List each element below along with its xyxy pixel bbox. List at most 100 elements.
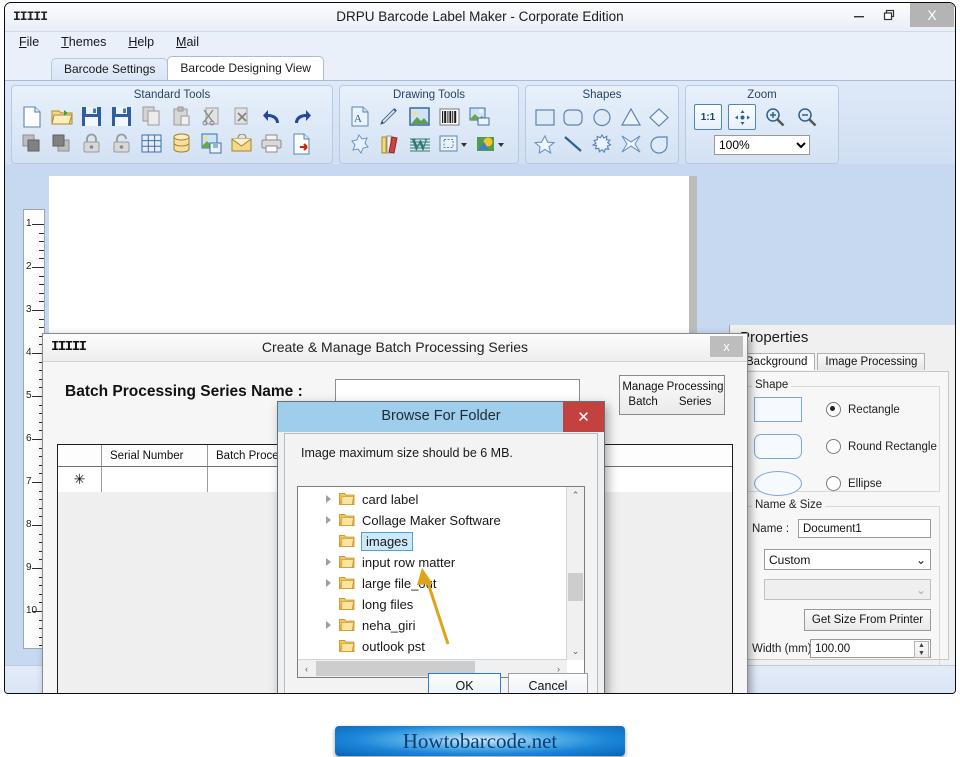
radio-rectangle[interactable]: [826, 402, 841, 417]
triangle-icon[interactable]: [618, 104, 644, 129]
get-size-from-printer-button[interactable]: Get Size From Printer: [804, 609, 931, 631]
expand-triangle-icon[interactable]: [326, 516, 331, 524]
copy-icon[interactable]: [138, 104, 165, 129]
picture-gallery-icon[interactable]: [466, 104, 493, 129]
zoom-out-icon[interactable]: [794, 105, 820, 129]
pie-icon[interactable]: [646, 131, 672, 156]
menu-item-file[interactable]: File: [19, 35, 39, 57]
tab-image-processing[interactable]: Image Processing: [817, 353, 926, 370]
star-icon[interactable]: [532, 131, 558, 156]
tab-background[interactable]: Background: [738, 353, 816, 370]
menu-help-rest: elp: [137, 35, 155, 49]
menu-item-help[interactable]: Help: [128, 35, 154, 57]
line-icon[interactable]: [561, 131, 587, 156]
menu-item-mail[interactable]: Mail: [176, 35, 199, 57]
browse-dialog-close-button[interactable]: ✕: [563, 402, 604, 432]
close-button[interactable]: X: [910, 3, 954, 27]
email-icon[interactable]: [228, 131, 255, 156]
paste-icon[interactable]: [168, 104, 195, 129]
folder-label: Collage Maker Software: [362, 513, 501, 528]
expand-triangle-icon[interactable]: [326, 621, 331, 629]
folder-tree-item[interactable]: neha_giri: [298, 615, 566, 636]
folder-tree-vertical-scrollbar[interactable]: ⌃ ⌄: [566, 487, 584, 660]
open-folder-icon[interactable]: [48, 104, 75, 129]
scroll-left-arrow-icon[interactable]: ‹: [298, 660, 315, 677]
minimize-button[interactable]: [844, 4, 874, 26]
ellipse-icon[interactable]: [589, 104, 615, 129]
properties-panel-title: Properties: [740, 329, 809, 346]
grid-col-serial-number[interactable]: Serial Number: [102, 445, 208, 466]
folder-tree-item[interactable]: input row matter: [298, 552, 566, 573]
cut-icon[interactable]: [198, 104, 225, 129]
width-input[interactable]: 100.00 ▲ ▼: [810, 639, 931, 658]
width-spinner[interactable]: ▲ ▼: [914, 641, 929, 658]
folder-tree-item[interactable]: outlook pst: [298, 636, 566, 657]
radio-row-round-rectangle[interactable]: Round Rectangle: [826, 439, 937, 454]
scroll-up-arrow-icon[interactable]: ⌃: [567, 487, 584, 504]
diamond-icon[interactable]: [646, 104, 672, 129]
zoom-in-icon[interactable]: [762, 105, 788, 129]
page-preset-select[interactable]: Custom ⌄: [764, 549, 931, 570]
new-document-icon[interactable]: [18, 104, 45, 129]
barcode-tool-icon[interactable]: [436, 104, 463, 129]
fit-to-window-icon[interactable]: [728, 104, 756, 130]
rounded-rectangle-icon[interactable]: [561, 104, 587, 129]
four-point-star-icon[interactable]: [618, 131, 644, 156]
scroll-down-arrow-icon[interactable]: ⌄: [567, 643, 584, 660]
save-as-icon[interactable]: [108, 104, 135, 129]
zoom-actual-size-button[interactable]: 1:1: [694, 104, 722, 130]
folder-tree-item[interactable]: Collage Maker Software: [298, 510, 566, 531]
expand-triangle-icon[interactable]: [326, 558, 331, 566]
radio-round-rectangle[interactable]: [826, 439, 841, 454]
manage-batch-series-button[interactable]: Manage Batch Processing Series: [619, 375, 725, 415]
unlock-icon[interactable]: [108, 131, 135, 156]
maximize-button[interactable]: [874, 4, 904, 26]
vertical-scroll-thumb[interactable]: [568, 573, 583, 601]
delete-icon[interactable]: [228, 104, 255, 129]
row-serial-number-cell[interactable]: [102, 467, 208, 492]
document-name-input[interactable]: Document1: [798, 519, 931, 538]
expand-triangle-icon[interactable]: [326, 495, 331, 503]
menu-item-themes[interactable]: Themes: [61, 35, 106, 57]
batch-dialog-close-button[interactable]: x: [710, 336, 743, 357]
text-tool-icon[interactable]: A: [346, 104, 373, 129]
bring-to-front-icon[interactable]: [18, 131, 45, 156]
radio-ellipse[interactable]: [826, 476, 841, 491]
grid-icon[interactable]: [138, 131, 165, 156]
save-image-icon[interactable]: [198, 131, 225, 156]
image-tool-icon[interactable]: [406, 104, 433, 129]
burst-icon[interactable]: [589, 131, 615, 156]
expand-triangle-icon[interactable]: [326, 579, 331, 587]
browse-cancel-button[interactable]: Cancel: [508, 673, 588, 693]
database-icon[interactable]: [168, 131, 195, 156]
window-controls: X: [844, 3, 955, 31]
folder-tree-item[interactable]: long files: [298, 594, 566, 615]
print-icon[interactable]: [258, 131, 285, 156]
signature-icon[interactable]: [473, 131, 507, 156]
folder-tree-item[interactable]: images: [298, 531, 566, 552]
send-to-back-icon[interactable]: [48, 131, 75, 156]
radio-row-ellipse[interactable]: Ellipse: [826, 476, 882, 491]
star-shape-icon[interactable]: [346, 131, 373, 156]
frame-icon[interactable]: [436, 131, 470, 156]
tab-barcode-designing-view[interactable]: Barcode Designing View: [167, 56, 324, 80]
folder-tree-item[interactable]: large file_out: [298, 573, 566, 594]
zoom-level-select[interactable]: 100%: [714, 135, 810, 155]
tab-barcode-settings[interactable]: Barcode Settings: [51, 58, 169, 80]
folder-tree[interactable]: card label Collage Maker Software images in…: [297, 486, 585, 678]
save-icon[interactable]: [78, 104, 105, 129]
folder-tree-item[interactable]: card label: [298, 489, 566, 510]
width-spin-up[interactable]: ▲: [915, 642, 928, 650]
width-spin-down[interactable]: ▼: [915, 650, 928, 658]
export-icon[interactable]: [288, 131, 315, 156]
books-icon[interactable]: [376, 131, 403, 156]
browse-ok-button[interactable]: OK: [428, 673, 501, 693]
pencil-tool-icon[interactable]: [376, 104, 403, 129]
watermark-icon[interactable]: W: [406, 131, 433, 156]
redo-icon[interactable]: [288, 104, 315, 129]
undo-icon[interactable]: [258, 104, 285, 129]
series-name-input[interactable]: [335, 379, 580, 403]
radio-row-rectangle[interactable]: Rectangle: [826, 402, 900, 417]
rectangle-icon[interactable]: [532, 104, 558, 129]
lock-icon[interactable]: [78, 131, 105, 156]
